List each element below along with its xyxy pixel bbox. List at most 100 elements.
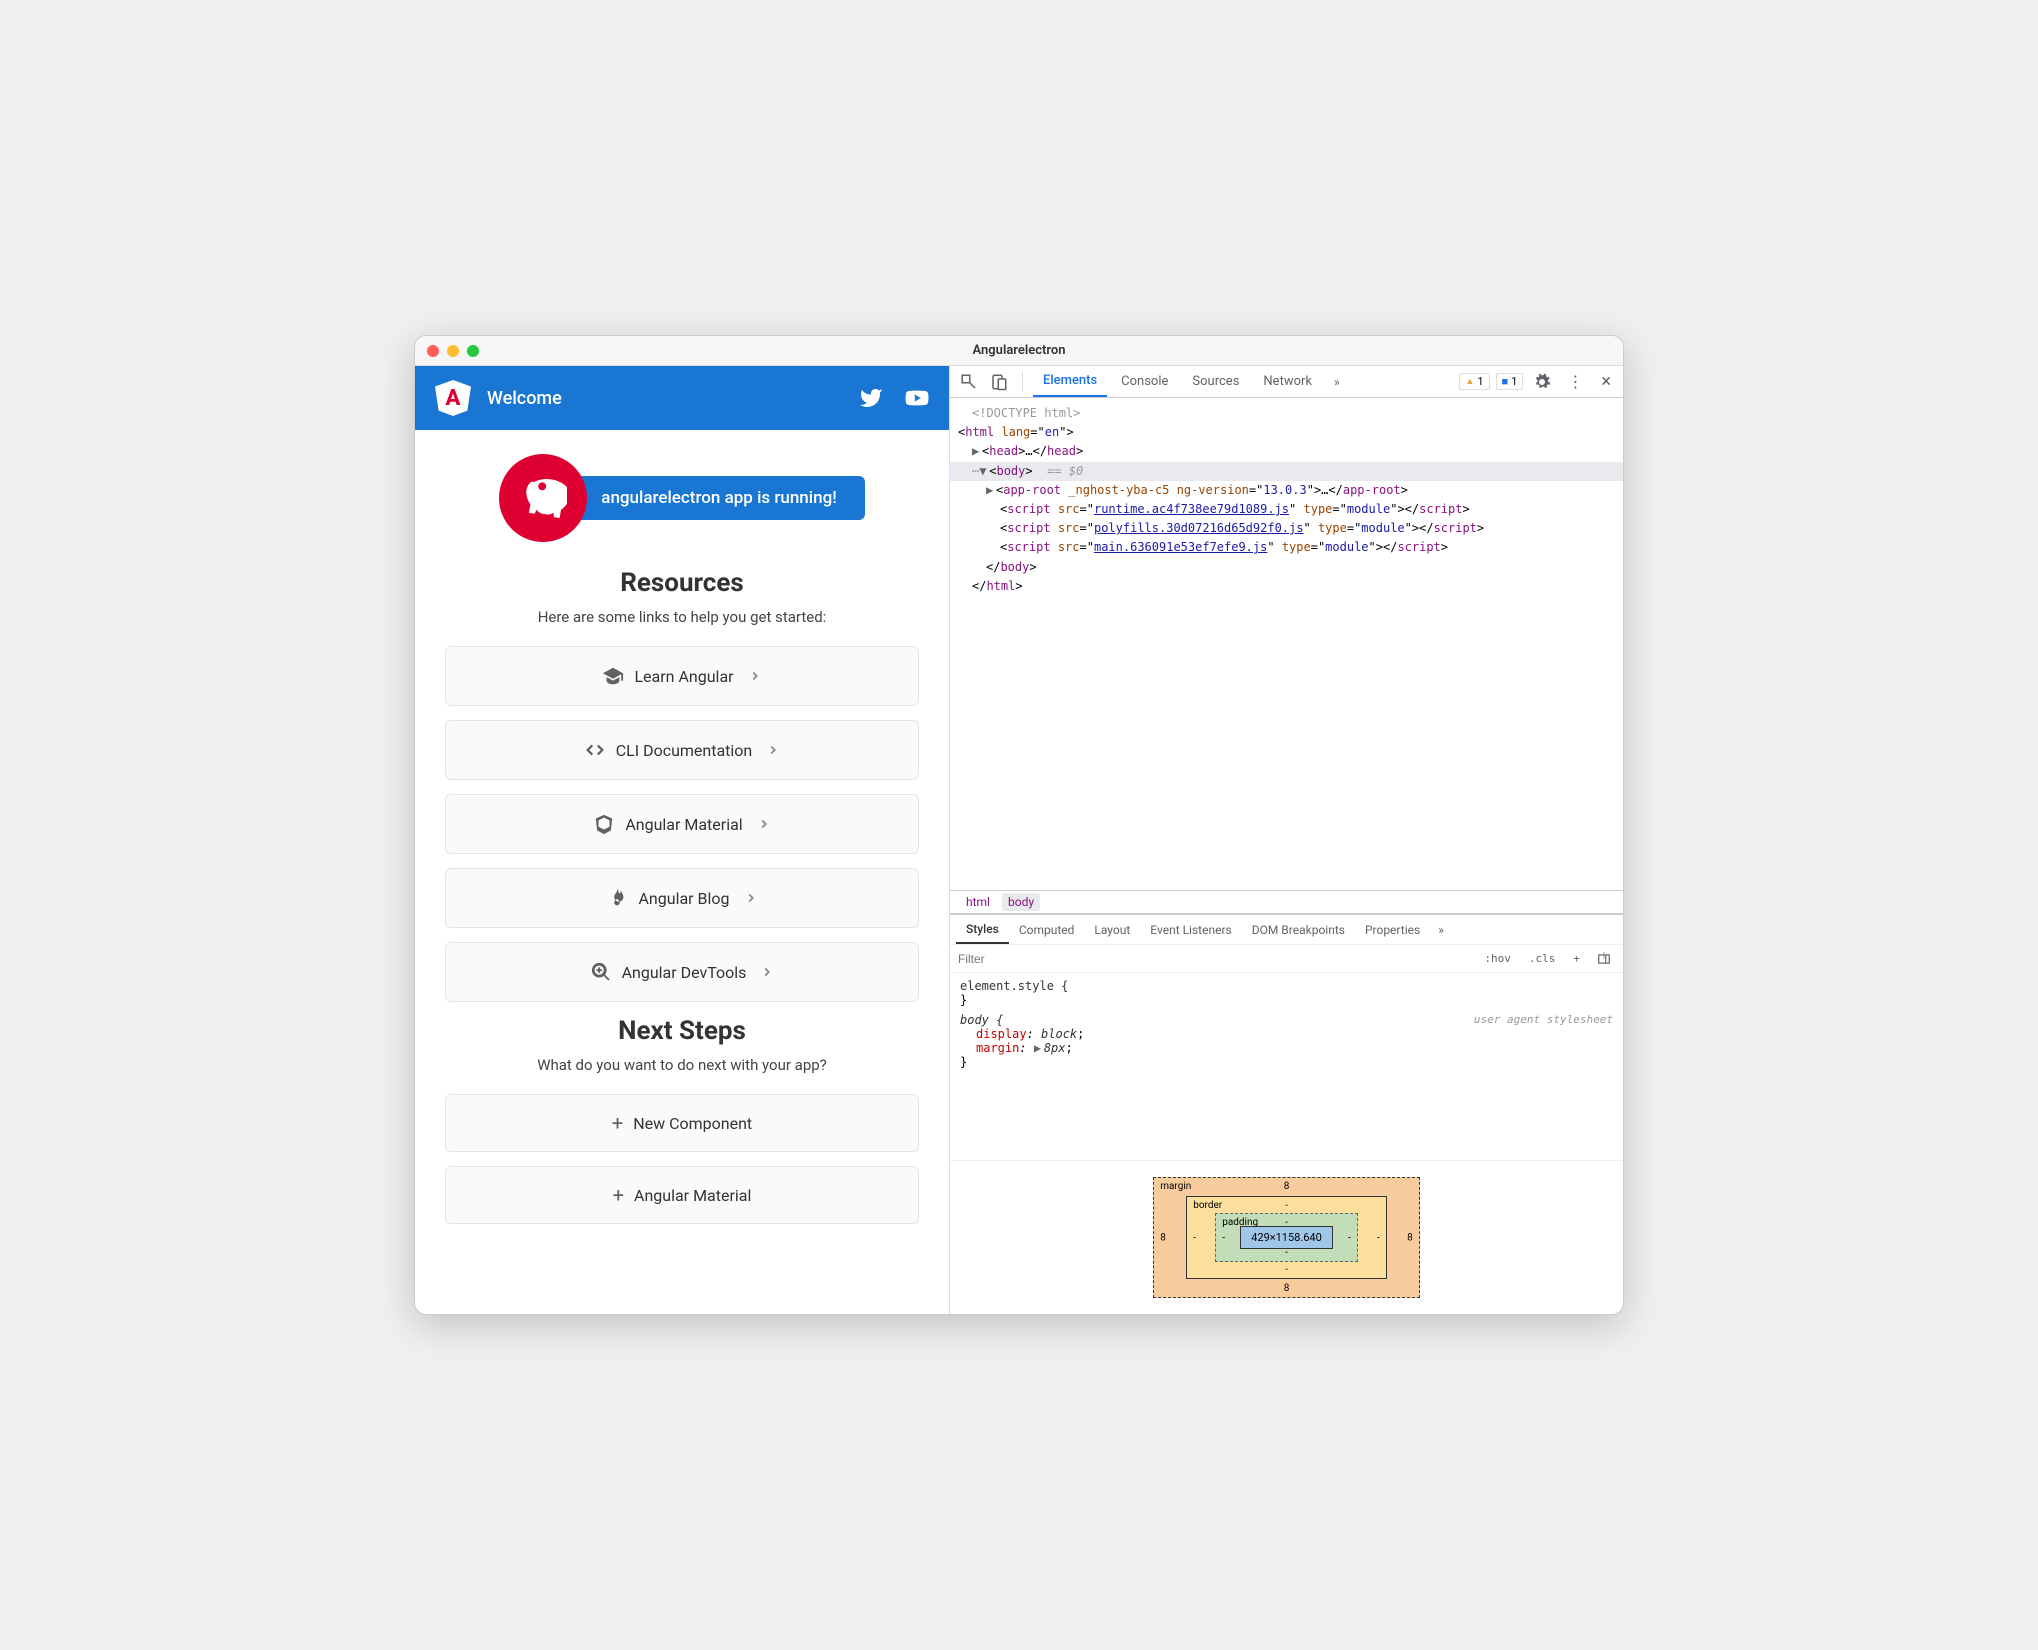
next-steps-subtitle: What do you want to do next with your ap… <box>445 1056 919 1074</box>
app-content: angularelectron app is running! Resource… <box>415 430 949 1262</box>
dom-line[interactable]: <html lang="en"> <box>950 423 1623 442</box>
dom-tree[interactable]: <!DOCTYPE html> <html lang="en"> ▶<head>… <box>950 398 1623 890</box>
styles-tabs-overflow-icon[interactable]: » <box>1430 923 1452 937</box>
box-border[interactable]: border - - - - padding - - - - 42 <box>1186 1196 1387 1279</box>
material-icon <box>593 813 615 835</box>
chevron-right-icon <box>744 891 758 905</box>
devtools-close-button[interactable]: × <box>1595 371 1617 392</box>
toolbar-social-icons <box>859 386 929 410</box>
card-learn-angular[interactable]: Learn Angular <box>445 646 919 706</box>
dom-line[interactable]: ▶<app-root _nghost-yba-c5 ng-version="13… <box>950 481 1623 500</box>
angular-logo-icon <box>435 380 471 416</box>
styles-tab-dom-breakpoints[interactable]: DOM Breakpoints <box>1242 917 1355 943</box>
more-icon[interactable]: ⋮ <box>1561 372 1589 391</box>
breadcrumb-body[interactable]: body <box>1002 893 1040 911</box>
styles-tabs: Styles Computed Layout Event Listeners D… <box>950 915 1623 945</box>
close-window-button[interactable] <box>427 345 439 357</box>
graduation-icon <box>602 665 624 687</box>
card-label: Angular Material <box>634 1186 751 1205</box>
app-window: Angularelectron Welcome angularelectron … <box>414 335 1624 1315</box>
box-padding[interactable]: padding - - - - 429×1158.640 <box>1215 1213 1358 1262</box>
card-cli-docs[interactable]: CLI Documentation <box>445 720 919 780</box>
dom-line[interactable]: <script src="runtime.ac4f738ee79d1089.js… <box>950 500 1623 519</box>
banner-text: angularelectron app is running! <box>557 476 864 520</box>
card-label: Angular DevTools <box>622 963 747 982</box>
separator <box>1022 372 1023 392</box>
dom-line[interactable]: <!DOCTYPE html> <box>950 404 1623 423</box>
box-content[interactable]: 429×1158.640 <box>1240 1226 1333 1249</box>
window-title: Angularelectron <box>973 343 1066 358</box>
youtube-icon[interactable] <box>905 386 929 410</box>
panel-toggle-icon[interactable] <box>1597 952 1611 966</box>
flame-icon <box>606 887 628 909</box>
styles-tab-properties[interactable]: Properties <box>1355 917 1430 943</box>
card-label: CLI Documentation <box>616 741 753 760</box>
dom-line[interactable]: </body> <box>950 558 1623 577</box>
ua-stylesheet-label: user agent stylesheet <box>1474 1013 1613 1026</box>
style-rule-element[interactable]: element.style { } <box>960 979 1613 1007</box>
tab-sources[interactable]: Sources <box>1182 367 1249 396</box>
dom-breadcrumb: html body <box>950 890 1623 914</box>
styles-filter-bar: :hov .cls + <box>950 945 1623 973</box>
dom-line[interactable]: <script src="polyfills.30d07216d65d92f0.… <box>950 519 1623 538</box>
plus-icon: + <box>613 1185 624 1205</box>
card-angular-devtools[interactable]: Angular DevTools <box>445 942 919 1002</box>
box-model[interactable]: margin 8 8 8 8 border - - - - padding <box>950 1160 1623 1314</box>
devtools-tabs-right: 1 1 ⋮ × <box>1459 371 1617 392</box>
chevron-right-icon <box>760 965 774 979</box>
breadcrumb-html[interactable]: html <box>960 893 996 911</box>
card-label: New Component <box>633 1114 752 1133</box>
styles-body[interactable]: element.style { } user agent stylesheet … <box>950 973 1623 1160</box>
settings-icon[interactable] <box>1533 373 1551 391</box>
device-toggle-icon[interactable] <box>990 373 1008 391</box>
maximize-window-button[interactable] <box>467 345 479 357</box>
tab-console[interactable]: Console <box>1111 367 1178 396</box>
styles-filter-input[interactable] <box>958 952 1471 966</box>
card-add-material[interactable]: + Angular Material <box>445 1166 919 1224</box>
toolbar-title: Welcome <box>487 388 843 409</box>
titlebar: Angularelectron <box>415 336 1623 366</box>
minimize-window-button[interactable] <box>447 345 459 357</box>
card-angular-material[interactable]: Angular Material <box>445 794 919 854</box>
dom-line[interactable]: <script src="main.636091e53ef7efe9.js" t… <box>950 538 1623 557</box>
devtools-pane: Elements Console Sources Network » 1 1 ⋮… <box>950 366 1623 1314</box>
card-new-component[interactable]: + New Component <box>445 1094 919 1152</box>
card-label: Angular Blog <box>638 889 729 908</box>
box-margin[interactable]: margin 8 8 8 8 border - - - - padding <box>1153 1177 1420 1298</box>
add-rule-button[interactable]: + <box>1568 950 1585 967</box>
dom-line-selected[interactable]: ⋯▼<body> == $0 <box>950 462 1623 481</box>
plus-icon: + <box>612 1113 623 1133</box>
resources-subtitle: Here are some links to help you get star… <box>445 608 919 626</box>
issues-badge[interactable]: 1 <box>1496 373 1524 390</box>
hov-button[interactable]: :hov <box>1479 950 1516 967</box>
styles-tab-event-listeners[interactable]: Event Listeners <box>1140 917 1241 943</box>
cls-button[interactable]: .cls <box>1524 950 1561 967</box>
chevron-right-icon <box>766 743 780 757</box>
warnings-badge[interactable]: 1 <box>1459 373 1489 390</box>
main-content: Welcome angularelectron app is running! … <box>415 366 1623 1314</box>
tab-network[interactable]: Network <box>1253 367 1322 396</box>
styles-pane: Styles Computed Layout Event Listeners D… <box>950 914 1623 1314</box>
dom-line[interactable]: ▶<head>…</head> <box>950 442 1623 461</box>
style-rule-body[interactable]: user agent stylesheet body { display: bl… <box>960 1013 1613 1069</box>
styles-tab-styles[interactable]: Styles <box>956 916 1009 944</box>
card-label: Learn Angular <box>634 667 733 686</box>
devtools-tabs: Elements Console Sources Network » 1 1 ⋮… <box>950 366 1623 398</box>
rocket-icon <box>499 454 587 542</box>
inspect-icon[interactable] <box>960 373 978 391</box>
app-pane: Welcome angularelectron app is running! … <box>415 366 950 1314</box>
magnify-icon <box>590 961 612 983</box>
styles-tab-computed[interactable]: Computed <box>1009 917 1085 943</box>
card-angular-blog[interactable]: Angular Blog <box>445 868 919 928</box>
app-toolbar: Welcome <box>415 366 949 430</box>
twitter-icon[interactable] <box>859 386 883 410</box>
tabs-overflow-icon[interactable]: » <box>1326 375 1348 389</box>
resources-title: Resources <box>445 568 919 598</box>
code-icon <box>584 739 606 761</box>
card-label: Angular Material <box>625 815 742 834</box>
traffic-lights <box>427 345 479 357</box>
dom-line[interactable]: </html> <box>950 577 1623 596</box>
next-steps-title: Next Steps <box>445 1016 919 1046</box>
tab-elements[interactable]: Elements <box>1033 366 1107 397</box>
styles-tab-layout[interactable]: Layout <box>1084 917 1140 943</box>
